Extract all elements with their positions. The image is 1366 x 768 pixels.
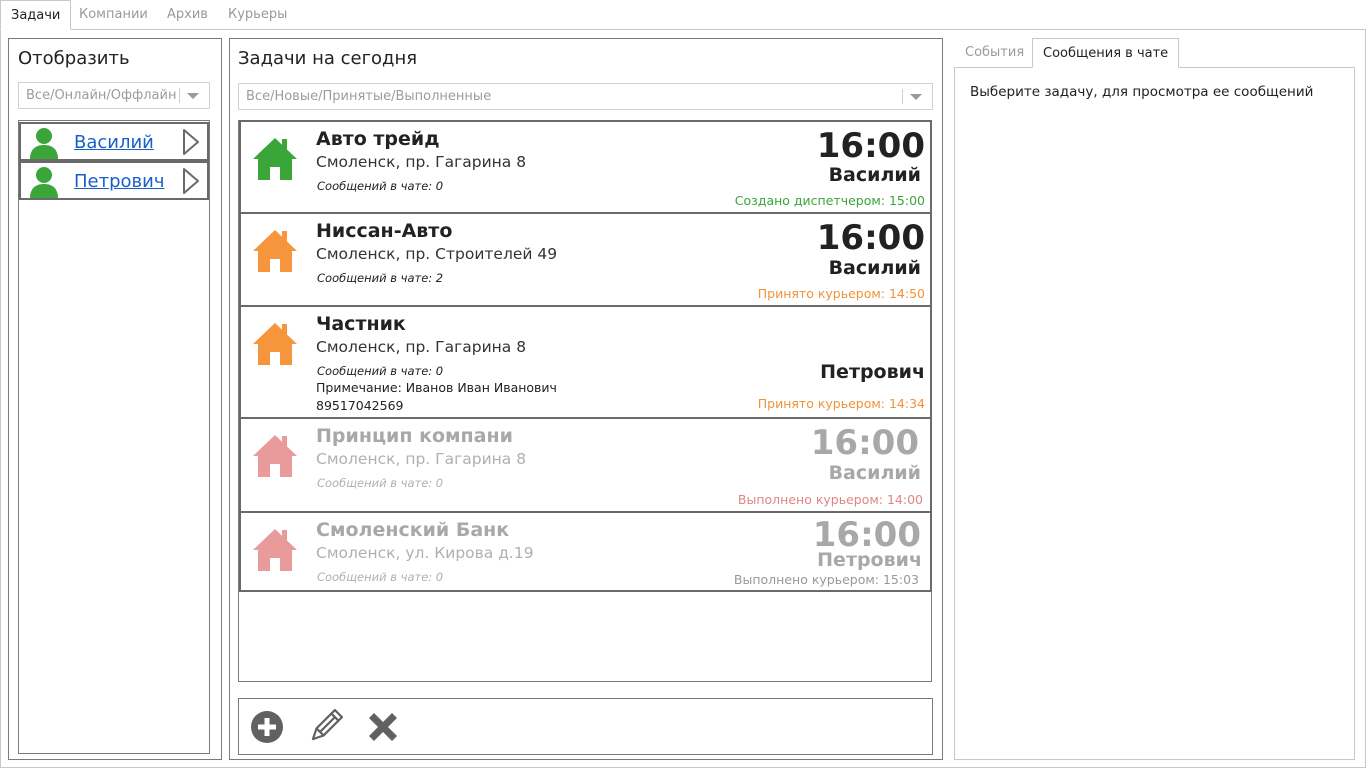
task-courier: Петрович [820,361,925,383]
chevron-down-icon[interactable] [910,94,922,100]
combo-separator [179,88,180,103]
pencil-icon[interactable] [307,709,343,745]
task-address: Смоленск, пр. Строителей 49 [316,245,558,263]
tab-archive[interactable]: Архив [167,0,208,30]
task-toolbar [238,698,933,755]
task-status-filter[interactable]: Все/Новые/Принятые/Выполненные [238,83,933,110]
chevron-down-icon[interactable] [187,93,199,99]
cross-icon[interactable] [365,709,401,745]
courier-status-filter[interactable]: Все/Онлайн/Оффлайн [18,82,210,109]
task-address: Смоленск, пр. Гагарина 8 [316,450,527,468]
chat-hint: Выберите задачу, для просмотра ее сообще… [970,84,1314,100]
tab-chat-messages[interactable]: Сообщения в чате [1032,38,1180,68]
task-card[interactable]: Авто трейд Смоленск, пр. Гагарина 8 Сооб… [239,120,932,214]
task-time: 16:00 [810,423,919,463]
task-courier: Петрович [817,549,922,571]
chevron-right-icon[interactable] [181,128,201,156]
courier-item-vasily[interactable]: Василий [19,122,209,161]
house-icon [253,323,297,365]
couriers-panel-title: Отобразить [18,48,130,69]
chat-messages-panel: Выберите задачу, для просмотра ее сообще… [954,67,1355,760]
top-tab-bar: Задачи Компании Архив Курьеры [0,0,1366,30]
tasks-panel-title: Задачи на сегодня [238,48,418,69]
task-note: Примечание: Иванов Иван Иванович [316,380,557,395]
task-status: Выполнено курьером: 14:00 [737,492,923,507]
task-time: 16:00 [816,126,925,166]
courier-name[interactable]: Василий [74,132,154,153]
tab-companies[interactable]: Компании [79,0,148,30]
task-address: Смоленск, пр. Гагарина 8 [316,338,527,356]
task-time: 16:00 [816,218,925,258]
house-icon [253,230,297,272]
plus-circle-icon[interactable] [249,709,285,745]
task-name: Принцип компани [316,425,513,447]
task-message-count: Сообщений в чате: 2 [317,271,444,285]
task-message-count: Сообщений в чате: 0 [317,570,444,584]
courier-name[interactable]: Петрович [74,171,164,192]
house-icon [253,435,297,477]
task-name: Смоленский Банк [316,519,510,541]
tab-couriers[interactable]: Курьеры [228,0,287,30]
task-card[interactable]: Ниссан-Авто Смоленск, пр. Строителей 49 … [239,212,932,307]
person-icon [30,128,58,159]
house-icon [253,138,297,180]
task-status: Создано диспетчером: 15:00 [734,193,925,208]
task-address: Смоленск, ул. Кирова д.19 [316,544,534,562]
combo-separator [902,89,903,104]
couriers-list [18,120,210,754]
task-message-count: Сообщений в чате: 0 [317,364,444,378]
task-status: Выполнено курьером: 15:03 [733,572,919,587]
task-card[interactable]: Смоленский Банк Смоленск, ул. Кирова д.1… [239,511,932,592]
task-courier: Василий [828,462,921,484]
courier-item-petrovich[interactable]: Петрович [19,161,209,200]
task-status: Принято курьером: 14:34 [757,396,925,411]
house-icon [253,529,297,571]
task-status-filter-value: Все/Новые/Принятые/Выполненные [246,89,492,104]
tab-tasks[interactable]: Задачи [0,0,72,30]
task-name: Авто трейд [316,128,440,150]
person-icon [30,167,58,198]
task-courier: Василий [828,164,921,186]
task-status: Принято курьером: 14:50 [757,286,925,301]
chevron-right-icon[interactable] [181,167,201,195]
task-card[interactable]: Частник Смоленск, пр. Гагарина 8 Сообщен… [239,305,932,419]
task-address: Смоленск, пр. Гагарина 8 [316,153,527,171]
tab-events[interactable]: События [955,38,1034,68]
task-message-count: Сообщений в чате: 0 [317,476,444,490]
task-courier: Василий [828,257,921,279]
task-message-count: Сообщений в чате: 0 [317,179,444,193]
task-phone: 89517042569 [316,398,404,413]
task-name: Частник [316,313,406,335]
task-name: Ниссан-Авто [316,220,453,242]
task-card[interactable]: Принцип компани Смоленск, пр. Гагарина 8… [239,417,932,513]
courier-status-filter-value: Все/Онлайн/Оффлайн [26,88,177,103]
